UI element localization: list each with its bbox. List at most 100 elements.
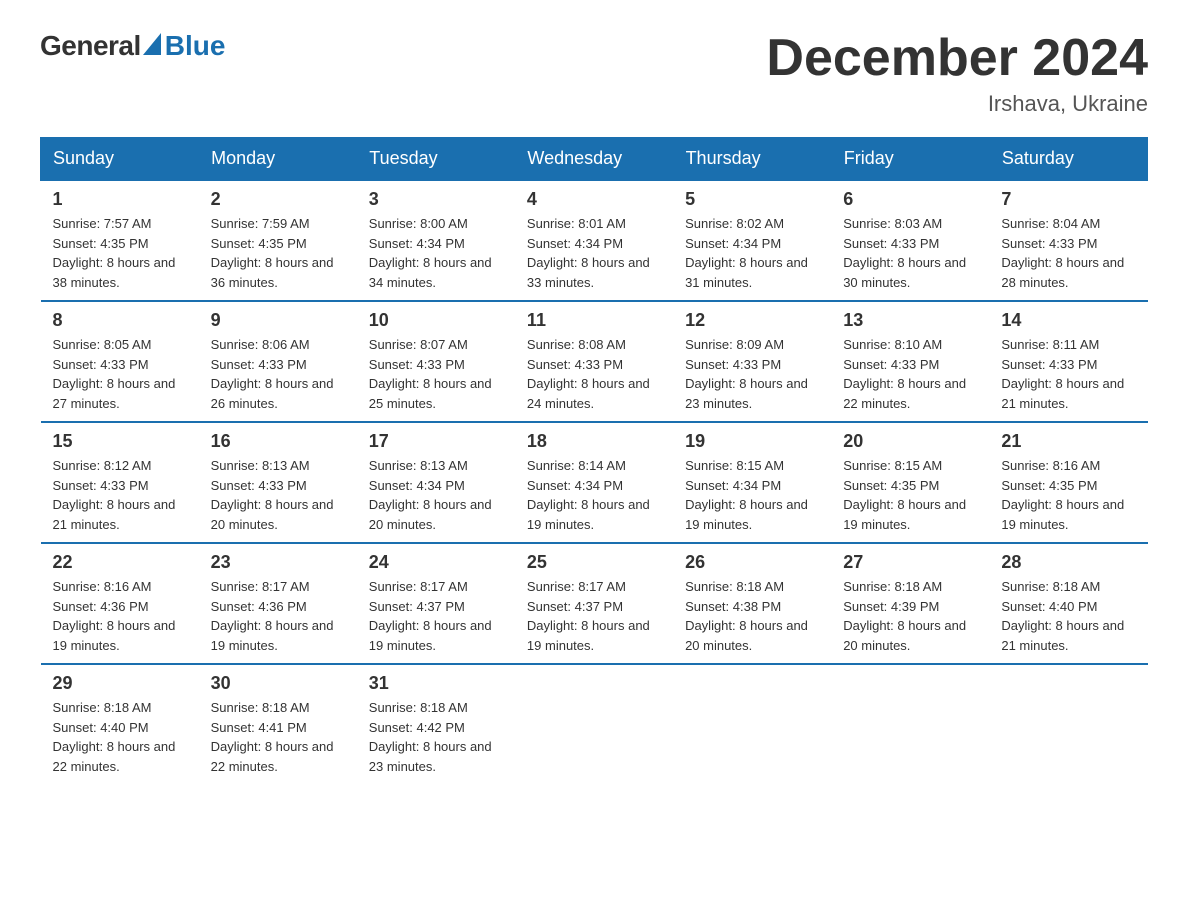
header-monday: Monday: [199, 138, 357, 181]
title-section: December 2024 Irshava, Ukraine: [766, 30, 1148, 117]
day-number: 24: [369, 552, 503, 573]
day-number: 10: [369, 310, 503, 331]
calendar-cell: 11 Sunrise: 8:08 AM Sunset: 4:33 PM Dayl…: [515, 301, 673, 422]
daylight-label: Daylight: 8 hours and 19 minutes.: [527, 497, 650, 532]
day-info: Sunrise: 8:02 AM Sunset: 4:34 PM Dayligh…: [685, 214, 819, 292]
daylight-label: Daylight: 8 hours and 22 minutes.: [843, 376, 966, 411]
daylight-label: Daylight: 8 hours and 23 minutes.: [369, 739, 492, 774]
page-header: General Blue December 2024 Irshava, Ukra…: [40, 30, 1148, 117]
day-info: Sunrise: 8:18 AM Sunset: 4:38 PM Dayligh…: [685, 577, 819, 655]
header-saturday: Saturday: [989, 138, 1147, 181]
sunset-label: Sunset: 4:40 PM: [53, 720, 149, 735]
daylight-label: Daylight: 8 hours and 19 minutes.: [1001, 497, 1124, 532]
day-number: 19: [685, 431, 819, 452]
calendar-cell: 9 Sunrise: 8:06 AM Sunset: 4:33 PM Dayli…: [199, 301, 357, 422]
sunrise-label: Sunrise: 8:13 AM: [211, 458, 310, 473]
day-info: Sunrise: 8:15 AM Sunset: 4:34 PM Dayligh…: [685, 456, 819, 534]
sunset-label: Sunset: 4:35 PM: [211, 236, 307, 251]
daylight-label: Daylight: 8 hours and 20 minutes.: [369, 497, 492, 532]
calendar-cell: 17 Sunrise: 8:13 AM Sunset: 4:34 PM Dayl…: [357, 422, 515, 543]
sunrise-label: Sunrise: 8:11 AM: [1001, 337, 1099, 352]
calendar-week-2: 8 Sunrise: 8:05 AM Sunset: 4:33 PM Dayli…: [41, 301, 1148, 422]
day-number: 18: [527, 431, 661, 452]
sunset-label: Sunset: 4:42 PM: [369, 720, 465, 735]
sunrise-label: Sunrise: 8:15 AM: [685, 458, 784, 473]
sunset-label: Sunset: 4:39 PM: [843, 599, 939, 614]
calendar-cell: 21 Sunrise: 8:16 AM Sunset: 4:35 PM Dayl…: [989, 422, 1147, 543]
day-info: Sunrise: 8:11 AM Sunset: 4:33 PM Dayligh…: [1001, 335, 1135, 413]
sunset-label: Sunset: 4:33 PM: [843, 357, 939, 372]
calendar-cell: 22 Sunrise: 8:16 AM Sunset: 4:36 PM Dayl…: [41, 543, 199, 664]
logo-triangle-icon: [143, 33, 161, 55]
day-info: Sunrise: 8:18 AM Sunset: 4:40 PM Dayligh…: [53, 698, 187, 776]
sunrise-label: Sunrise: 8:08 AM: [527, 337, 626, 352]
day-number: 27: [843, 552, 977, 573]
header-thursday: Thursday: [673, 138, 831, 181]
calendar-week-4: 22 Sunrise: 8:16 AM Sunset: 4:36 PM Dayl…: [41, 543, 1148, 664]
day-number: 23: [211, 552, 345, 573]
sunset-label: Sunset: 4:34 PM: [527, 478, 623, 493]
day-info: Sunrise: 8:17 AM Sunset: 4:37 PM Dayligh…: [527, 577, 661, 655]
daylight-label: Daylight: 8 hours and 38 minutes.: [53, 255, 176, 290]
daylight-label: Daylight: 8 hours and 33 minutes.: [527, 255, 650, 290]
sunset-label: Sunset: 4:33 PM: [1001, 236, 1097, 251]
calendar-cell: 27 Sunrise: 8:18 AM Sunset: 4:39 PM Dayl…: [831, 543, 989, 664]
day-number: 2: [211, 189, 345, 210]
sunrise-label: Sunrise: 7:57 AM: [53, 216, 152, 231]
sunset-label: Sunset: 4:38 PM: [685, 599, 781, 614]
daylight-label: Daylight: 8 hours and 36 minutes.: [211, 255, 334, 290]
day-info: Sunrise: 8:09 AM Sunset: 4:33 PM Dayligh…: [685, 335, 819, 413]
day-number: 22: [53, 552, 187, 573]
header-friday: Friday: [831, 138, 989, 181]
sunset-label: Sunset: 4:33 PM: [685, 357, 781, 372]
day-info: Sunrise: 7:57 AM Sunset: 4:35 PM Dayligh…: [53, 214, 187, 292]
calendar-cell: [673, 664, 831, 784]
daylight-label: Daylight: 8 hours and 34 minutes.: [369, 255, 492, 290]
day-info: Sunrise: 8:06 AM Sunset: 4:33 PM Dayligh…: [211, 335, 345, 413]
calendar-header-row: SundayMondayTuesdayWednesdayThursdayFrid…: [41, 138, 1148, 181]
calendar-cell: 30 Sunrise: 8:18 AM Sunset: 4:41 PM Dayl…: [199, 664, 357, 784]
calendar-week-5: 29 Sunrise: 8:18 AM Sunset: 4:40 PM Dayl…: [41, 664, 1148, 784]
day-info: Sunrise: 8:13 AM Sunset: 4:33 PM Dayligh…: [211, 456, 345, 534]
sunrise-label: Sunrise: 8:13 AM: [369, 458, 468, 473]
daylight-label: Daylight: 8 hours and 27 minutes.: [53, 376, 176, 411]
day-info: Sunrise: 8:01 AM Sunset: 4:34 PM Dayligh…: [527, 214, 661, 292]
sunrise-label: Sunrise: 8:02 AM: [685, 216, 784, 231]
calendar-cell: [831, 664, 989, 784]
sunset-label: Sunset: 4:33 PM: [211, 478, 307, 493]
daylight-label: Daylight: 8 hours and 20 minutes.: [685, 618, 808, 653]
sunset-label: Sunset: 4:34 PM: [685, 478, 781, 493]
day-number: 6: [843, 189, 977, 210]
sunrise-label: Sunrise: 8:01 AM: [527, 216, 626, 231]
day-number: 16: [211, 431, 345, 452]
day-number: 13: [843, 310, 977, 331]
sunset-label: Sunset: 4:34 PM: [369, 236, 465, 251]
sunset-label: Sunset: 4:35 PM: [53, 236, 149, 251]
day-number: 8: [53, 310, 187, 331]
sunset-label: Sunset: 4:33 PM: [369, 357, 465, 372]
daylight-label: Daylight: 8 hours and 26 minutes.: [211, 376, 334, 411]
day-number: 29: [53, 673, 187, 694]
calendar-table: SundayMondayTuesdayWednesdayThursdayFrid…: [40, 137, 1148, 784]
sunset-label: Sunset: 4:34 PM: [527, 236, 623, 251]
sunset-label: Sunset: 4:34 PM: [685, 236, 781, 251]
daylight-label: Daylight: 8 hours and 21 minutes.: [1001, 376, 1124, 411]
daylight-label: Daylight: 8 hours and 19 minutes.: [685, 497, 808, 532]
sunset-label: Sunset: 4:33 PM: [211, 357, 307, 372]
daylight-label: Daylight: 8 hours and 30 minutes.: [843, 255, 966, 290]
sunrise-label: Sunrise: 8:15 AM: [843, 458, 942, 473]
sunrise-label: Sunrise: 8:04 AM: [1001, 216, 1100, 231]
day-info: Sunrise: 8:08 AM Sunset: 4:33 PM Dayligh…: [527, 335, 661, 413]
sunrise-label: Sunrise: 8:00 AM: [369, 216, 468, 231]
day-info: Sunrise: 8:18 AM Sunset: 4:39 PM Dayligh…: [843, 577, 977, 655]
sunrise-label: Sunrise: 8:18 AM: [685, 579, 784, 594]
sunset-label: Sunset: 4:36 PM: [53, 599, 149, 614]
calendar-cell: 20 Sunrise: 8:15 AM Sunset: 4:35 PM Dayl…: [831, 422, 989, 543]
sunrise-label: Sunrise: 8:17 AM: [527, 579, 626, 594]
daylight-label: Daylight: 8 hours and 19 minutes.: [53, 618, 176, 653]
calendar-cell: 14 Sunrise: 8:11 AM Sunset: 4:33 PM Dayl…: [989, 301, 1147, 422]
day-info: Sunrise: 8:07 AM Sunset: 4:33 PM Dayligh…: [369, 335, 503, 413]
calendar-cell: 2 Sunrise: 7:59 AM Sunset: 4:35 PM Dayli…: [199, 180, 357, 301]
daylight-label: Daylight: 8 hours and 19 minutes.: [369, 618, 492, 653]
sunrise-label: Sunrise: 8:05 AM: [53, 337, 152, 352]
